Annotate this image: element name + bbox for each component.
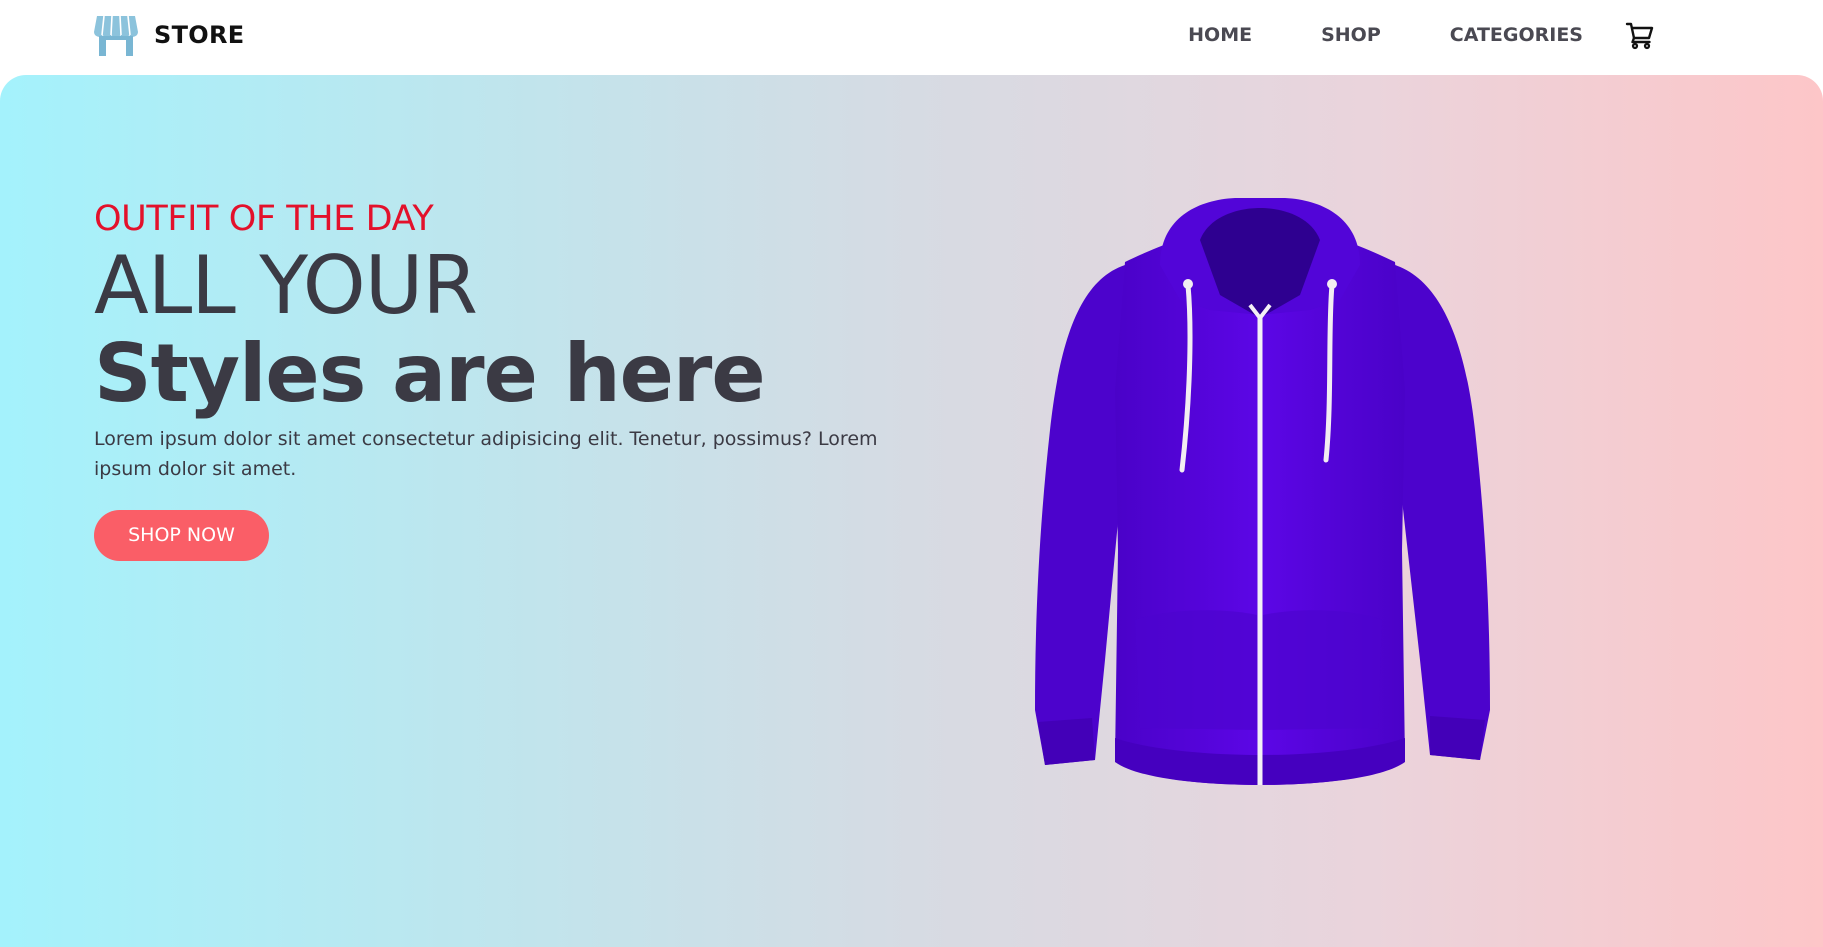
hero-title-line1: ALL YOUR [94, 239, 478, 332]
navbar: STORE HOME SHOP CATEGORIES [0, 0, 1823, 75]
brand-logo[interactable]: STORE [94, 14, 244, 56]
hero-eyebrow: OUTFIT OF THE DAY [94, 199, 434, 239]
hero-text: OUTFIT OF THE DAY ALL YOUR Styles are he… [94, 198, 934, 561]
shop-now-button[interactable]: SHOP NOW [94, 510, 269, 561]
purple-hoodie-image [1035, 198, 1490, 785]
brand-name: STORE [154, 21, 245, 49]
nav-home[interactable]: HOME [1188, 24, 1252, 46]
hero-banner: OUTFIT OF THE DAY ALL YOUR Styles are he… [0, 75, 1823, 947]
storefront-icon [94, 15, 138, 56]
hero-description: Lorem ipsum dolor sit amet consectetur a… [94, 428, 878, 480]
shopping-cart-icon[interactable] [1625, 20, 1655, 50]
nav-shop[interactable]: SHOP [1321, 24, 1381, 46]
main-nav: HOME SHOP CATEGORIES [1188, 20, 1655, 50]
nav-categories[interactable]: CATEGORIES [1450, 24, 1583, 46]
hero-title-line2: Styles are here [94, 327, 766, 420]
